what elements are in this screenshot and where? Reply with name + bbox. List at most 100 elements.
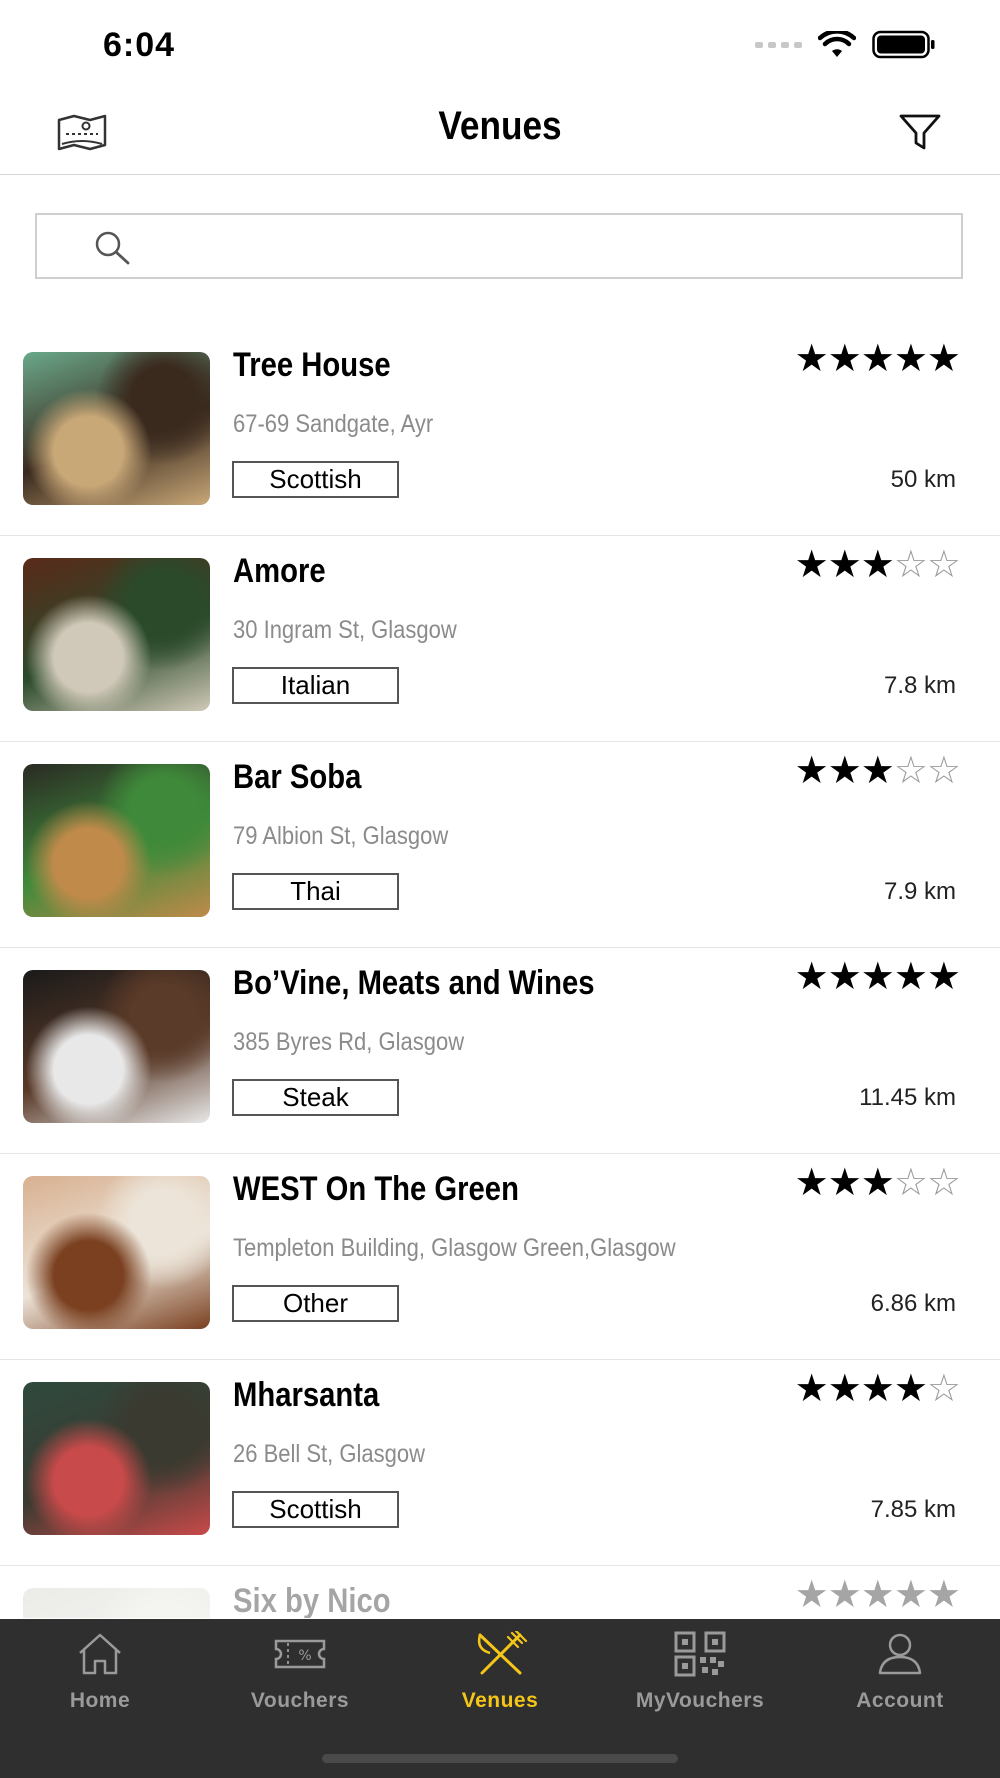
page-title: Venues (438, 104, 562, 148)
venue-photo (23, 352, 210, 505)
star-rating: ★★★☆☆ (794, 748, 961, 793)
venue-name: Bar Soba (233, 758, 362, 796)
star-filled-icon: ★ (860, 1368, 895, 1410)
tab-label-account: Account (856, 1689, 944, 1712)
tab-label-myvouchers: MyVouchers (635, 1689, 765, 1712)
star-filled-icon: ★ (893, 1574, 928, 1616)
star-empty-icon: ☆ (926, 750, 961, 792)
venue-row[interactable]: Mharsanta 26 Bell St, Glasgow Scottish 7.85… (0, 1360, 1000, 1566)
cuisine-tag: Scottish (232, 1491, 399, 1528)
star-filled-icon: ★ (860, 338, 895, 380)
star-filled-icon: ★ (860, 1162, 895, 1204)
tab-label-venues: Venues (461, 1689, 539, 1712)
venue-address: 385 Byres Rd, Glasgow (233, 1028, 465, 1056)
star-filled-icon: ★ (827, 544, 862, 586)
user-icon (878, 1633, 922, 1675)
star-filled-icon: ★ (893, 338, 928, 380)
venue-name: WEST On The Green (233, 1170, 519, 1208)
star-empty-icon: ☆ (893, 544, 928, 586)
cuisine-tag: Thai (232, 873, 399, 910)
filter-icon[interactable] (898, 112, 942, 152)
venue-distance: 50 km (890, 466, 956, 493)
status-icons (755, 30, 936, 60)
venue-distance: 7.9 km (883, 878, 956, 905)
star-filled-icon: ★ (794, 1574, 829, 1616)
star-filled-icon: ★ (794, 1368, 829, 1410)
star-filled-icon: ★ (926, 1574, 961, 1616)
star-filled-icon: ★ (827, 956, 862, 998)
svg-text:%: % (298, 1648, 311, 1664)
fork-knife-icon (477, 1631, 528, 1675)
star-empty-icon: ☆ (926, 1368, 961, 1410)
star-filled-icon: ★ (794, 544, 829, 586)
navigation-bar: Venues (0, 90, 1000, 175)
tab-venues[interactable]: Venues (400, 1631, 600, 1731)
cuisine-tag: Scottish (232, 461, 399, 498)
star-empty-icon: ☆ (926, 1162, 961, 1204)
venue-name: Bo’Vine, Meats and Wines (233, 964, 595, 1002)
search-input[interactable] (147, 223, 941, 271)
venue-photo (23, 1382, 210, 1535)
star-filled-icon: ★ (860, 956, 895, 998)
star-filled-icon: ★ (827, 750, 862, 792)
star-filled-icon: ★ (794, 956, 829, 998)
venue-photo (23, 558, 210, 711)
star-filled-icon: ★ (827, 1162, 862, 1204)
star-empty-icon: ☆ (893, 750, 928, 792)
cuisine-tag: Steak (232, 1079, 399, 1116)
star-rating: ★★★★☆ (794, 1366, 961, 1411)
venue-row[interactable]: WEST On The Green Templeton Building, Gla… (0, 1154, 1000, 1360)
venue-row[interactable]: Bar Soba 79 Albion St, Glasgow Thai 7.9 km ★… (0, 742, 1000, 948)
star-filled-icon: ★ (893, 956, 928, 998)
venue-name: Amore (233, 552, 326, 590)
star-empty-icon: ☆ (893, 1162, 928, 1204)
venue-row[interactable]: Bo’Vine, Meats and Wines 385 Byres Rd, Gl… (0, 948, 1000, 1154)
star-rating: ★★★★★ (794, 954, 961, 999)
status-time: 6:04 (103, 26, 176, 64)
venue-name: Tree House (233, 346, 391, 384)
venue-photo (23, 1176, 210, 1329)
venue-photo (23, 1588, 210, 1618)
star-rating: ★★★★★ (794, 336, 961, 381)
venue-row[interactable]: Six by Nico ★★★★★ (0, 1566, 1000, 1618)
search-bar[interactable] (35, 213, 963, 279)
home-icon (79, 1633, 121, 1675)
star-filled-icon: ★ (794, 338, 829, 380)
venue-row[interactable]: Amore 30 Ingram St, Glasgow Italian 7.8 km ★… (0, 536, 1000, 742)
tab-label-home: Home (69, 1689, 131, 1712)
venue-address: Templeton Building, Glasgow Green,Glasgo… (233, 1234, 676, 1262)
tab-vouchers[interactable]: % Vouchers (200, 1631, 400, 1731)
star-filled-icon: ★ (860, 1574, 895, 1616)
star-filled-icon: ★ (893, 1368, 928, 1410)
venue-list[interactable]: Tree House 67-69 Sandgate, Ayr Scottish 50 … (0, 330, 1000, 1618)
star-filled-icon: ★ (926, 956, 961, 998)
venue-photo (23, 764, 210, 917)
star-filled-icon: ★ (827, 1368, 862, 1410)
venue-row[interactable]: Tree House 67-69 Sandgate, Ayr Scottish 50 … (0, 330, 1000, 536)
venue-address: 26 Bell St, Glasgow (233, 1440, 425, 1468)
star-filled-icon: ★ (794, 1162, 829, 1204)
tab-label-vouchers: Vouchers (250, 1689, 350, 1712)
qr-code-icon (674, 1631, 726, 1677)
search-icon (95, 231, 130, 265)
tab-home[interactable]: Home (0, 1631, 200, 1731)
star-filled-icon: ★ (794, 750, 829, 792)
cuisine-tag: Other (232, 1285, 399, 1322)
star-filled-icon: ★ (926, 338, 961, 380)
venue-distance: 11.45 km (859, 1084, 956, 1111)
star-filled-icon: ★ (860, 544, 895, 586)
venue-distance: 6.86 km (870, 1290, 956, 1317)
venue-address: 30 Ingram St, Glasgow (233, 616, 457, 644)
star-rating: ★★★☆☆ (794, 542, 961, 587)
tab-account[interactable]: Account (800, 1631, 1000, 1731)
voucher-icon: % (274, 1639, 326, 1669)
cellular-signal-icon (755, 42, 802, 48)
wifi-icon (818, 31, 856, 57)
star-filled-icon: ★ (827, 338, 862, 380)
battery-icon (872, 30, 935, 59)
star-rating: ★★★☆☆ (794, 1160, 961, 1205)
tab-myvouchers[interactable]: MyVouchers (600, 1631, 800, 1731)
cuisine-tag: Italian (232, 667, 399, 704)
star-empty-icon: ☆ (926, 544, 961, 586)
venue-name: Six by Nico (233, 1582, 391, 1618)
